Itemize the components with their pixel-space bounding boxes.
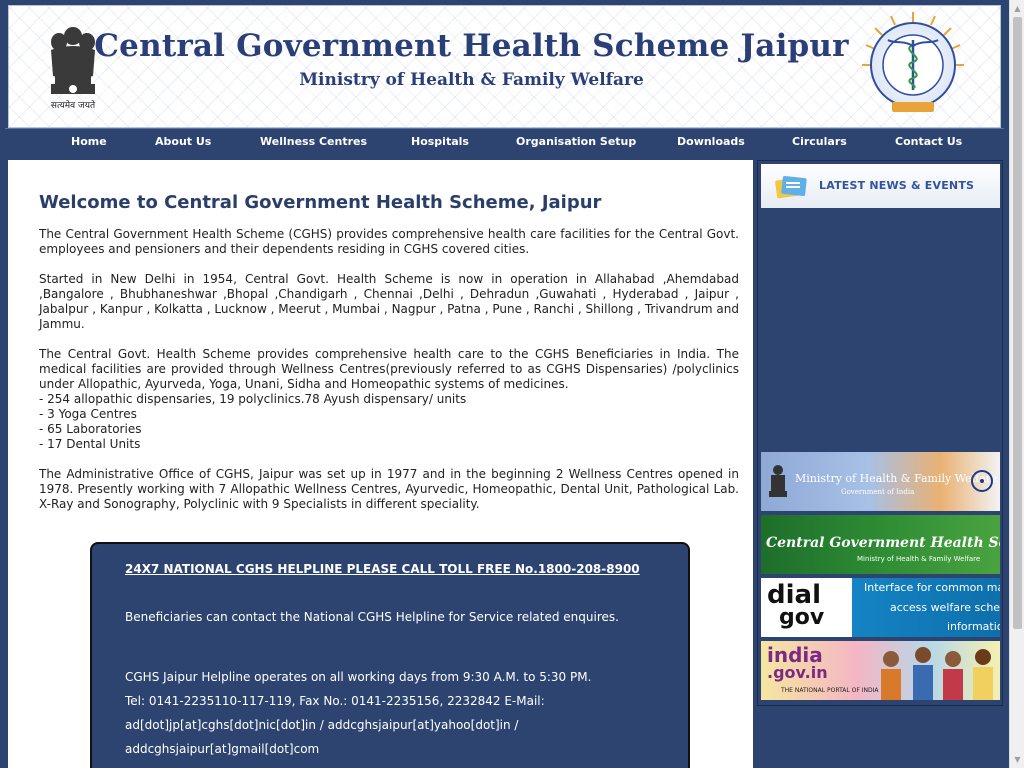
cghs-banner-link[interactable]: Central Government Health Scheme Ministr… xyxy=(761,515,1000,574)
helpline-email: ad[dot]jp[at]cghs[dot]nic[dot]in / addcg… xyxy=(125,718,519,732)
page-title: Welcome to Central Government Health Sch… xyxy=(39,192,602,213)
helpline-info: Beneficiaries can contact the National C… xyxy=(125,610,619,624)
news-panel: LATEST NEWS & EVENTS xyxy=(761,164,1000,454)
dialgov-tagline: information xyxy=(947,620,1000,633)
site-title: Central Government Health Scheme Jaipur xyxy=(94,28,849,64)
dialgov-banner-link[interactable]: dial gov Interface for common man to acc… xyxy=(761,578,1000,637)
nav-contact-us[interactable]: Contact Us xyxy=(895,129,962,155)
india-portal-tagline: THE NATIONAL PORTAL OF INDIA xyxy=(781,687,879,694)
nav-home[interactable]: Home xyxy=(71,129,107,155)
helpline-phone: Tel: 0141-2235110-117-119, Fax No.: 0141… xyxy=(125,694,545,708)
people-photo xyxy=(881,647,993,700)
national-emblem-icon xyxy=(769,465,787,497)
mohfw-banner-link[interactable]: Ministry of Health & Family Welfare Gove… xyxy=(761,452,1000,511)
cities-paragraph: Started in New Delhi in 1954, Central Go… xyxy=(39,272,739,331)
helpline-box: 24X7 NATIONAL CGHS HELPLINE PLEASE CALL … xyxy=(90,542,690,768)
cghs-logo-icon xyxy=(862,12,964,112)
flag-icon xyxy=(971,470,993,492)
dialgov-logo-gov: gov xyxy=(779,605,825,630)
nav-hospitals[interactable]: Hospitals xyxy=(411,129,469,155)
right-sidebar: LATEST NEWS & EVENTS Ministry of Health … xyxy=(757,160,1003,706)
facilities-paragraph: The Central Govt. Health Scheme provides… xyxy=(39,347,739,391)
news-header: LATEST NEWS & EVENTS xyxy=(761,164,1000,208)
helpline-email: addcghsjaipur[at]gmail[dot]com xyxy=(125,742,320,756)
nav-wellness-centres[interactable]: Wellness Centres xyxy=(260,129,367,155)
facility-item: - 254 allopathic dispensaries, 19 polycl… xyxy=(39,392,467,406)
dialgov-tagline: access welfare schemes xyxy=(890,601,1000,614)
helpline-hours: CGHS Jaipur Helpline operates on all wor… xyxy=(125,670,592,684)
nav-organisation-setup[interactable]: Organisation Setup xyxy=(516,129,636,155)
facility-item: - 65 Laboratories xyxy=(39,422,142,436)
admin-office-paragraph: The Administrative Office of CGHS, Jaipu… xyxy=(39,467,739,511)
helpline-link[interactable]: 24X7 NATIONAL CGHS HELPLINE PLEASE CALL … xyxy=(125,562,640,576)
scrollbar-thumb[interactable] xyxy=(1013,17,1022,629)
main-content: Welcome to Central Government Health Sch… xyxy=(8,160,753,768)
news-title: LATEST NEWS & EVENTS xyxy=(819,179,975,192)
site-header: सत्यमेव जयते Central Government Health S… xyxy=(8,5,1001,128)
mohfw-banner-subtitle: Government of India xyxy=(841,488,915,496)
scroll-down-icon[interactable]: ▼ xyxy=(1010,752,1024,767)
main-nav: Home About Us Wellness Centres Hospitals… xyxy=(5,128,1004,158)
vertical-scrollbar[interactable]: ▲ ▼ xyxy=(1009,0,1024,768)
india-portal-logo-domain: .gov.in xyxy=(767,663,828,682)
nav-about-us[interactable]: About Us xyxy=(155,129,211,155)
nav-downloads[interactable]: Downloads xyxy=(677,129,745,155)
intro-paragraph: The Central Government Health Scheme (CG… xyxy=(39,227,739,256)
page-frame: सत्यमेव जयते Central Government Health S… xyxy=(0,0,1009,768)
site-subtitle: Ministry of Health & Family Welfare xyxy=(299,70,644,90)
facility-item: - 17 Dental Units xyxy=(39,437,141,451)
cghs-banner-subtitle: Ministry of Health & Family Welfare xyxy=(857,555,981,563)
india-portal-banner-link[interactable]: india .gov.in THE NATIONAL PORTAL OF IND… xyxy=(761,641,1000,700)
facility-item: - 3 Yoga Centres xyxy=(39,407,137,421)
dialgov-tagline: Interface for common man to xyxy=(864,581,1000,594)
emblem-motto: सत्यमेव जयते xyxy=(50,101,96,111)
cghs-banner-title: Central Government Health Scheme xyxy=(766,535,1000,551)
scroll-up-icon[interactable]: ▲ xyxy=(1010,1,1024,16)
news-icon xyxy=(775,175,807,199)
nav-circulars[interactable]: Circulars xyxy=(792,129,847,155)
